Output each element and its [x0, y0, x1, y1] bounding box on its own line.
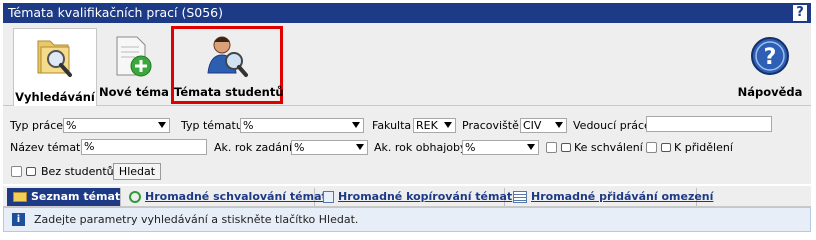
approve-arrows-icon	[129, 191, 141, 203]
help-label: Nápověda	[737, 85, 803, 99]
search-filters: Typ práce % Typ tématu % Fakulta REK Pra…	[3, 106, 811, 184]
workplace-select[interactable]: CIV	[520, 118, 567, 133]
no-students-label: Bez studentů	[41, 165, 114, 178]
window-title: Témata kvalifikačních prací (S056)	[8, 5, 224, 20]
svg-text:?: ?	[764, 45, 777, 70]
topic-type-label: Typ tématu	[181, 119, 243, 132]
year-assign-label: Ak. rok zadání	[214, 141, 293, 154]
no-students-checkbox[interactable]	[11, 166, 22, 177]
document-add-icon	[116, 36, 152, 77]
workplace-label: Pracoviště	[462, 119, 519, 132]
tab-topic-list[interactable]: Seznam témat	[7, 188, 121, 206]
help-circle-icon: ?	[751, 37, 789, 75]
search-button[interactable]: Hledat	[113, 163, 161, 180]
year-assign-select[interactable]: %	[291, 140, 368, 155]
to-approve-checkbox[interactable]	[546, 142, 557, 153]
to-approve-label: Ke schválení	[574, 141, 643, 154]
to-assign-checkbox[interactable]	[646, 142, 657, 153]
tab-bulk-approval[interactable]: Hromadné schvalování témat	[123, 188, 327, 206]
comment-icon	[561, 143, 571, 152]
faculty-select[interactable]: REK	[413, 118, 456, 133]
student-topics-label: Témata studentů	[174, 85, 284, 99]
folder-icon	[13, 192, 27, 202]
window-title-bar: Témata kvalifikačních prací (S056) ?	[3, 3, 811, 23]
chevron-down-icon	[555, 122, 563, 128]
search-tool-label: Vyhledávání	[15, 90, 95, 104]
faculty-label: Fakulta	[372, 119, 412, 132]
chevron-down-icon	[356, 144, 364, 150]
info-text: Zadejte parametry vyhledávání a stisknět…	[34, 213, 359, 226]
supervisor-label: Vedoucí práce	[573, 119, 651, 132]
new-topic-button[interactable]: Nové téma	[99, 29, 169, 101]
year-defense-label: Ak. rok obhajoby	[374, 141, 467, 154]
chevron-down-icon	[527, 144, 535, 150]
info-message: i Zadejte parametry vyhledávání a stiskn…	[3, 207, 811, 232]
topic-type-select[interactable]: %	[240, 118, 364, 133]
list-icon	[513, 191, 527, 203]
toolbar: Vyhledávání Nové téma Témata studentů ? …	[3, 23, 811, 106]
user-magnifier-icon	[207, 36, 248, 77]
tab-bulk-copy[interactable]: Hromadné kopírování témat	[317, 188, 512, 206]
topic-name-label: Název tématu	[10, 141, 88, 154]
comment-icon	[661, 143, 671, 152]
student-topics-button[interactable]: Témata studentů	[171, 26, 284, 104]
chevron-down-icon	[444, 122, 452, 128]
comment-icon	[26, 167, 36, 176]
help-question-icon[interactable]: ?	[793, 5, 807, 21]
supervisor-input[interactable]	[646, 116, 772, 132]
chevron-down-icon	[158, 122, 166, 128]
topic-name-input[interactable]: %	[81, 139, 207, 155]
chevron-down-icon	[352, 122, 360, 128]
new-topic-label: Nové téma	[99, 85, 169, 99]
to-assign-label: K přidělení	[674, 141, 733, 154]
year-defense-select[interactable]: %	[462, 140, 539, 155]
search-tool-button[interactable]: Vyhledávání	[13, 28, 97, 106]
info-icon: i	[12, 213, 25, 226]
type-label: Typ práce	[10, 119, 64, 132]
tab-bulk-restrictions[interactable]: Hromadné přidávání omezení	[507, 188, 713, 206]
copy-icon	[323, 191, 334, 203]
help-button[interactable]: ? Nápověda	[736, 29, 804, 101]
folder-magnifier-icon	[37, 40, 72, 77]
type-select[interactable]: %	[63, 118, 170, 133]
tab-bar: Seznam témat Hromadné schvalování témat …	[3, 186, 811, 207]
